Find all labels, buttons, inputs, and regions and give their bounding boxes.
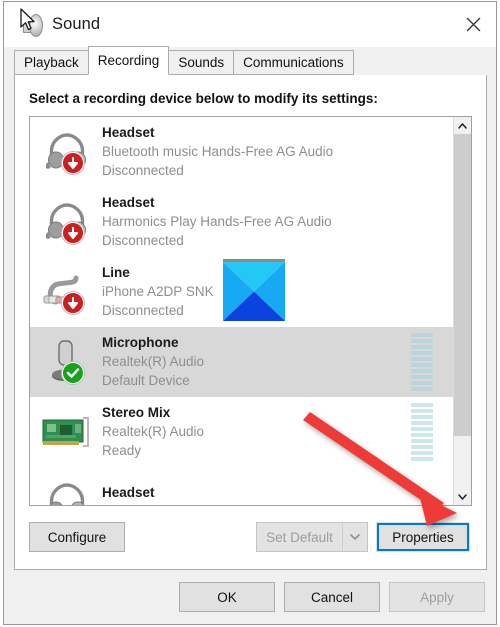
scrollbar-thumb[interactable] — [454, 134, 471, 436]
pci-sound-card-icon — [38, 404, 96, 460]
tab-playback[interactable]: Playback — [14, 50, 89, 75]
chevron-down-icon — [350, 534, 360, 540]
arrow-down-badge — [62, 152, 84, 174]
device-description: Realtek(R) Audio — [102, 424, 205, 439]
speaker-icon — [18, 7, 44, 38]
tab-recording[interactable]: Recording — [87, 46, 170, 75]
broken-image-icon — [223, 259, 285, 321]
arrow-down-badge — [62, 292, 84, 314]
device-name: Headset — [102, 125, 155, 140]
properties-button[interactable]: Properties — [376, 522, 470, 552]
set-default-split-button[interactable]: Set Default — [256, 522, 368, 552]
headset-icon — [38, 194, 96, 250]
device-status: Default Device — [102, 373, 190, 388]
list-item-microphone-selected[interactable]: Microphone Realtek(R) Audio Default Devi… — [30, 327, 453, 397]
device-list-scrollbar[interactable] — [453, 117, 471, 505]
device-name: Microphone — [102, 335, 179, 350]
ok-button[interactable]: OK — [179, 582, 275, 612]
set-default-button: Set Default — [256, 522, 342, 552]
desktop-microphone-icon — [38, 334, 96, 390]
tab-communications[interactable]: Communications — [233, 50, 354, 75]
title-bar: Sound — [4, 2, 496, 47]
instruction-text: Select a recording device below to modif… — [29, 91, 378, 106]
tab-strip: Playback Recording Sounds Communications — [4, 46, 496, 75]
volume-meter — [411, 333, 433, 391]
device-description: Realtek(R) Audio — [102, 354, 205, 369]
device-description: Harmonics Play Hands-Free AG Audio — [102, 214, 332, 229]
headset-icon — [38, 124, 96, 180]
headset-icon — [38, 474, 96, 505]
configure-button[interactable]: Configure — [29, 522, 125, 552]
arrow-down-icon — [68, 297, 78, 309]
mouse-pointer-cursor — [20, 7, 35, 30]
close-icon — [466, 17, 480, 32]
device-status: Disconnected — [102, 233, 184, 248]
chevron-up-icon — [458, 122, 467, 129]
scrollbar-track[interactable] — [454, 134, 471, 488]
close-button[interactable] — [450, 2, 496, 47]
scroll-up-button[interactable] — [454, 117, 471, 134]
device-name: Headset — [102, 195, 155, 210]
window-title: Sound — [52, 15, 101, 33]
arrow-down-icon — [68, 157, 78, 169]
arrow-down-badge — [62, 222, 84, 244]
scroll-down-button[interactable] — [454, 488, 471, 505]
device-status: Disconnected — [102, 163, 184, 178]
arrow-down-icon — [68, 227, 78, 239]
device-description: VEXTRON NORDIC Hands-Free AG Audio — [102, 502, 453, 506]
check-icon — [66, 368, 80, 378]
device-action-buttons: Configure Set Default Properties — [29, 522, 470, 552]
list-item[interactable]: Headset Harmonics Play Hands-Free AG Aud… — [30, 187, 453, 257]
chevron-down-icon — [458, 493, 467, 500]
set-default-dropdown-button — [342, 522, 368, 552]
rca-line-in-icon — [38, 264, 96, 320]
list-item[interactable]: Headset VEXTRON NORDIC Hands-Free AG Aud… — [30, 467, 453, 505]
volume-meter — [411, 403, 433, 461]
list-item[interactable]: Headset Bluetooth music Hands-Free AG Au… — [30, 117, 453, 187]
dialog-buttons: OK Cancel Apply — [4, 570, 496, 624]
green-check-badge — [62, 362, 84, 384]
tab-sounds[interactable]: Sounds — [168, 50, 235, 75]
device-name: Stereo Mix — [102, 405, 171, 420]
device-status: Ready — [102, 443, 142, 458]
cancel-button[interactable]: Cancel — [284, 582, 380, 612]
device-description: Bluetooth music Hands-Free AG Audio — [102, 144, 334, 159]
list-item[interactable]: Stereo Mix Realtek(R) Audio Ready — [30, 397, 453, 467]
device-name: Headset — [102, 484, 155, 500]
apply-button: Apply — [389, 582, 485, 612]
